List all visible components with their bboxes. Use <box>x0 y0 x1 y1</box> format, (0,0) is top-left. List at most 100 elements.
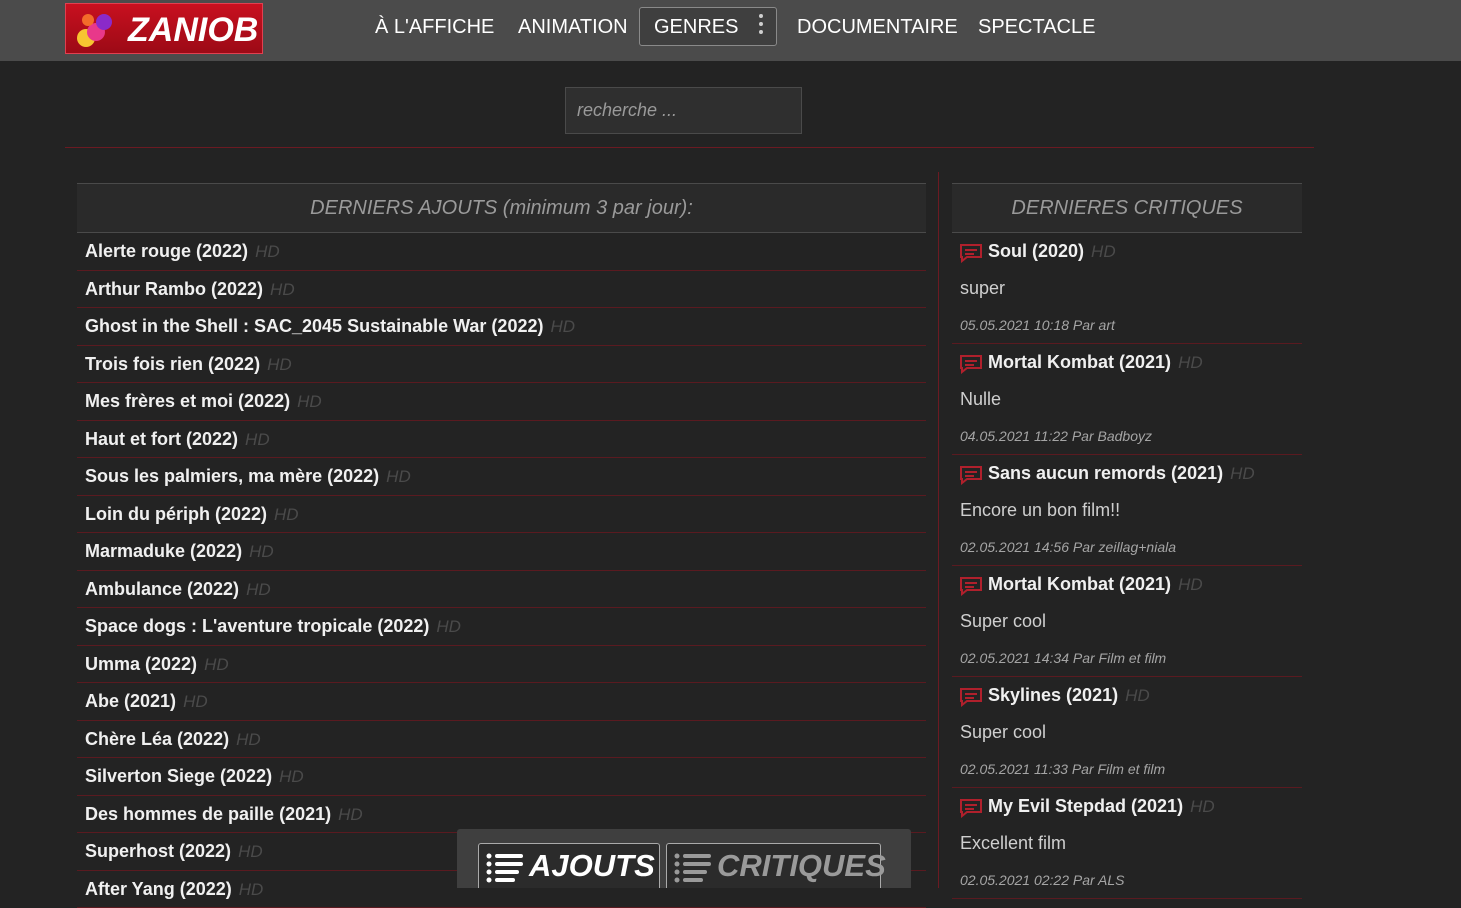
hd-badge: HD <box>1125 686 1150 705</box>
movie-title-link[interactable]: Arthur Rambo (2022) <box>85 279 263 299</box>
latest-addition-item[interactable]: Silverton Siege (2022) HD <box>77 758 926 796</box>
movie-title-link[interactable]: Des hommes de paille (2021) <box>85 804 331 824</box>
movie-title-link[interactable]: Silverton Siege (2022) <box>85 766 272 786</box>
movie-title-link[interactable]: Haut et fort (2022) <box>85 429 238 449</box>
hd-badge: HD <box>255 242 280 261</box>
logo-text: ZANIOB <box>128 11 258 50</box>
hd-badge: HD <box>436 617 461 636</box>
latest-addition-item[interactable]: Abe (2021) HD <box>77 683 926 721</box>
nav-genres-dropdown[interactable]: GENRES <box>639 7 777 46</box>
review-item: Mortal Kombat (2021) HDSuper cool02.05.2… <box>952 566 1302 677</box>
hd-badge: HD <box>279 767 304 786</box>
nav-spectacle[interactable]: SPECTACLE <box>978 16 1095 39</box>
review-movie-title-text[interactable]: Soul (2020) <box>988 241 1084 261</box>
movie-title-link[interactable]: Mes frères et moi (2022) <box>85 391 290 411</box>
latest-addition-item[interactable]: Arthur Rambo (2022) HD <box>77 271 926 309</box>
nav-documentaire[interactable]: DOCUMENTAIRE <box>797 16 958 39</box>
review-movie-title[interactable]: Sans aucun remords (2021) HD <box>988 463 1255 484</box>
movie-title-link[interactable]: Umma (2022) <box>85 654 197 674</box>
latest-addition-item[interactable]: Marmaduke (2022) HD <box>77 533 926 571</box>
nav-animation[interactable]: ANIMATION <box>518 16 628 39</box>
review-comment: Super cool <box>960 722 1046 743</box>
latest-addition-item[interactable]: Haut et fort (2022) HD <box>77 421 926 459</box>
hd-badge: HD <box>245 430 270 449</box>
nav-genres-label: GENRES <box>654 16 738 39</box>
movie-title-link[interactable]: Ghost in the Shell : SAC_2045 Sustainabl… <box>85 316 543 336</box>
latest-addition-item[interactable]: Sous les palmiers, ma mère (2022) HD <box>77 458 926 496</box>
review-movie-title[interactable]: Mortal Kombat (2021) HD <box>988 352 1203 373</box>
hd-badge: HD <box>1091 242 1116 261</box>
hd-badge: HD <box>1178 353 1203 372</box>
latest-addition-item[interactable]: Alerte rouge (2022) HD <box>77 233 926 271</box>
hd-badge: HD <box>183 692 208 711</box>
more-vertical-icon <box>759 14 765 38</box>
latest-addition-item[interactable]: Des hommes de paille (2021) HD <box>77 796 926 834</box>
latest-additions-panel: DERNIERS AJOUTS (minimum 3 par jour): Al… <box>77 183 926 908</box>
latest-addition-item[interactable]: Mes frères et moi (2022) HD <box>77 383 926 421</box>
latest-addition-item[interactable]: Chère Léa (2022) HD <box>77 721 926 759</box>
review-comment: Super cool <box>960 611 1046 632</box>
latest-addition-item[interactable]: Ambulance (2022) HD <box>77 571 926 609</box>
hd-badge: HD <box>274 505 299 524</box>
hd-badge: HD <box>238 842 263 861</box>
latest-reviews-panel: DERNIERES CRITIQUES Soul (2020) HD super 0… <box>952 183 1302 899</box>
movie-title-link[interactable]: Superhost (2022) <box>85 841 231 861</box>
movie-title-link[interactable]: Space dogs : L'aventure tropicale (2022) <box>85 616 429 636</box>
latest-additions-title: DERNIERS AJOUTS (minimum 3 par jour): <box>77 183 926 233</box>
latest-addition-item[interactable]: Ghost in the Shell : SAC_2045 Sustainabl… <box>77 308 926 346</box>
latest-reviews-title: DERNIERES CRITIQUES <box>952 183 1302 233</box>
list-icon <box>485 851 525 883</box>
column-divider <box>938 172 939 888</box>
review-meta: 02.05.2021 02:22 Par ALS <box>960 872 1125 888</box>
movie-title-link[interactable]: Abe (2021) <box>85 691 176 711</box>
hd-badge: HD <box>249 542 274 561</box>
latest-addition-item[interactable]: Umma (2022) HD <box>77 646 926 684</box>
review-movie-title[interactable]: My Evil Stepdad (2021) HD <box>988 796 1215 817</box>
review-movie-title-text[interactable]: Sans aucun remords (2021) <box>988 463 1223 483</box>
list-icon <box>673 851 713 883</box>
movie-title-link[interactable]: Alerte rouge (2022) <box>85 241 248 261</box>
review-movie-title[interactable]: Skylines (2021) HD <box>988 685 1150 706</box>
movie-title-link[interactable]: Loin du périph (2022) <box>85 504 267 524</box>
review-comment: Nulle <box>960 389 1001 410</box>
review-movie-title[interactable]: Mortal Kombat (2021) HD <box>988 574 1203 595</box>
hd-badge: HD <box>338 805 363 824</box>
movie-title-link[interactable]: Ambulance (2022) <box>85 579 239 599</box>
tab-ajouts[interactable]: AJOUTS <box>478 843 660 888</box>
nav-a-laffiche[interactable]: À L'AFFICHE <box>375 16 494 39</box>
comment-icon <box>959 465 983 485</box>
divider <box>65 147 1314 148</box>
hd-badge: HD <box>1178 575 1203 594</box>
movie-title-link[interactable]: After Yang (2022) <box>85 879 232 899</box>
hd-badge: HD <box>1230 464 1255 483</box>
review-movie-title-text[interactable]: Skylines (2021) <box>988 685 1118 705</box>
movie-title-link[interactable]: Chère Léa (2022) <box>85 729 229 749</box>
search-input[interactable] <box>565 87 802 134</box>
hd-badge: HD <box>246 580 271 599</box>
review-meta: 02.05.2021 11:33 Par Film et film <box>960 761 1165 777</box>
review-comment: Encore un bon film!! <box>960 500 1120 521</box>
review-meta: 02.05.2021 14:56 Par zeillag+niala <box>960 539 1176 555</box>
movie-title-link[interactable]: Trois fois rien (2022) <box>85 354 260 374</box>
hd-badge: HD <box>236 730 261 749</box>
site-logo[interactable]: ZANIOB <box>65 3 263 54</box>
latest-addition-item[interactable]: Loin du périph (2022) HD <box>77 496 926 534</box>
hd-badge: HD <box>267 355 292 374</box>
hd-badge: HD <box>270 280 295 299</box>
tab-critiques[interactable]: CRITIQUES <box>666 843 881 888</box>
top-navbar: ZANIOB À L'AFFICHE ANIMATION GENRES DOCU… <box>0 0 1461 61</box>
movie-title-link[interactable]: Sous les palmiers, ma mère (2022) <box>85 466 379 486</box>
review-movie-title-text[interactable]: Mortal Kombat (2021) <box>988 574 1171 594</box>
review-movie-title-text[interactable]: Mortal Kombat (2021) <box>988 352 1171 372</box>
review-comment: Excellent film <box>960 833 1066 854</box>
latest-addition-item[interactable]: Space dogs : L'aventure tropicale (2022)… <box>77 608 926 646</box>
review-item: Soul (2020) HDsuper05.05.2021 10:18 Par … <box>952 233 1302 344</box>
movie-title-link[interactable]: Marmaduke (2022) <box>85 541 242 561</box>
comment-icon <box>959 243 983 263</box>
review-movie-title[interactable]: Soul (2020) HD <box>988 241 1116 262</box>
tab-ajouts-label: AJOUTS <box>529 848 655 884</box>
review-movie-title-text[interactable]: My Evil Stepdad (2021) <box>988 796 1183 816</box>
latest-addition-item[interactable]: Trois fois rien (2022) HD <box>77 346 926 384</box>
hd-badge: HD <box>550 317 575 336</box>
review-comment: super <box>960 278 1005 299</box>
